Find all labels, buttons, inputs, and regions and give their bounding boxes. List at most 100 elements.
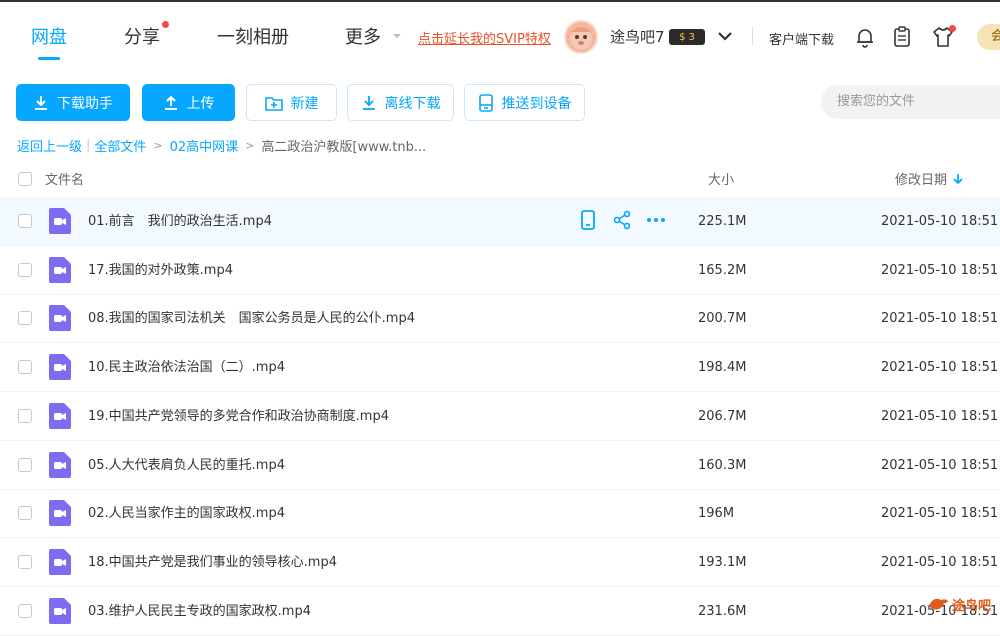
offline-download-button[interactable]: 离线下载 (347, 84, 454, 121)
chevron-down-icon (393, 34, 401, 38)
phone-icon[interactable] (578, 210, 598, 230)
vip-button[interactable]: 会 (977, 24, 1000, 50)
breadcrumb: 返回上一级 | 全部文件 > 02高中网课 > 高二政治沪教版[www.tnb.… (17, 136, 426, 155)
file-name[interactable]: 10.民主政治依法治国（二）.mp4 (88, 343, 285, 392)
row-actions (578, 210, 666, 230)
search-input[interactable]: 搜索您的文件 (821, 85, 1000, 119)
video-file-icon (49, 597, 71, 624)
clipboard-icon[interactable] (893, 26, 911, 48)
table-row[interactable]: 03.维护人民民主专政的国家政权.mp4 231.6M 2021-05-10 1… (0, 587, 1000, 636)
table-row[interactable]: 19.中国共产党领导的多党合作和政治协商制度.mp4 206.7M 2021-0… (0, 392, 1000, 441)
file-date: 2021-05-10 18:51 (881, 506, 999, 522)
breadcrumb-current: 高二政治沪教版[www.tnb... (261, 140, 427, 155)
breadcrumb-separator: | (86, 138, 91, 153)
file-size: 160.3M (698, 457, 747, 473)
row-checkbox[interactable] (18, 262, 32, 277)
upload-label: 上传 (186, 95, 215, 112)
breadcrumb-all-files[interactable]: 全部文件 (94, 136, 146, 155)
file-date: 2021-05-10 18:51 (881, 457, 999, 473)
client-download-link[interactable]: 客户端下载 (769, 29, 834, 48)
column-name[interactable]: 文件名 (45, 169, 84, 188)
avatar-face-icon (570, 27, 592, 50)
table-row[interactable]: 08.我国的国家司法机关 国家公务员是人民的公仆.mp4 200.7M 2021… (0, 294, 1000, 344)
video-file-icon (49, 548, 71, 575)
breadcrumb-arrow: > (153, 139, 163, 152)
vip-level-number: 3 (688, 31, 695, 43)
file-size: 231.6M (698, 603, 747, 619)
row-checkbox[interactable] (18, 408, 32, 423)
file-size: 200.7M (698, 311, 747, 327)
file-name[interactable]: 02.人民当家作主的国家政权.mp4 (88, 489, 285, 538)
row-checkbox[interactable] (18, 457, 32, 472)
bell-icon[interactable] (855, 26, 875, 48)
file-size: 165.2M (698, 262, 747, 278)
watermark-text: 途鸟吧 (952, 598, 992, 614)
row-checkbox[interactable] (18, 554, 32, 569)
nav-share[interactable]: 分享 (124, 2, 160, 70)
breadcrumb-back[interactable]: 返回上一级 (17, 136, 82, 155)
video-file-icon (49, 256, 71, 283)
file-size: 225.1M (698, 214, 747, 229)
share-notification-dot (162, 21, 169, 28)
download-helper-button[interactable]: 下载助手 (16, 84, 130, 121)
table-row[interactable]: 05.人大代表肩负人民的重托.mp4 160.3M 2021-05-10 18:… (0, 441, 1000, 490)
file-date: 2021-05-10 18:51 (881, 408, 999, 424)
share-icon[interactable] (612, 210, 632, 230)
row-checkbox[interactable] (18, 360, 32, 375)
more-icon[interactable] (646, 210, 666, 230)
row-checkbox[interactable] (18, 311, 32, 326)
watermark: 途鸟吧 (927, 594, 991, 614)
row-checkbox[interactable] (18, 603, 32, 618)
row-checkbox[interactable] (18, 214, 32, 228)
file-name[interactable]: 18.中国共产党是我们事业的领导核心.mp4 (88, 538, 337, 587)
sort-down-icon[interactable] (952, 172, 964, 186)
vip-level-badge: $3 (669, 29, 705, 45)
row-checkbox[interactable] (18, 506, 32, 521)
divider (752, 27, 753, 45)
select-all-checkbox[interactable] (18, 172, 32, 186)
column-size[interactable]: 大小 (708, 169, 734, 188)
table-row[interactable]: 17.我国的对外政策.mp4 165.2M 2021-05-10 18:51 (0, 246, 1000, 295)
nav-active-indicator (38, 57, 60, 60)
file-name[interactable]: 05.人大代表肩负人民的重托.mp4 (88, 441, 285, 490)
upload-icon (164, 95, 177, 110)
table-row[interactable]: 01.前言 我们的政治生活.mp4 225.1M 2021-05-10 18:5… (0, 197, 1000, 246)
svip-renew-link[interactable]: 点击延长我的SVIP特权 (418, 28, 551, 47)
file-name[interactable]: 17.我国的对外政策.mp4 (88, 246, 233, 295)
file-name[interactable]: 03.维护人民民主专政的国家政权.mp4 (88, 587, 311, 636)
video-file-icon (49, 500, 71, 527)
video-file-icon (49, 305, 71, 332)
breadcrumb-folder[interactable]: 02高中网课 (170, 136, 239, 155)
table-row[interactable]: 18.中国共产党是我们事业的领导核心.mp4 193.1M 2021-05-10… (0, 538, 1000, 587)
offline-download-icon (362, 95, 375, 110)
column-date[interactable]: 修改日期 (895, 169, 947, 188)
nav-more[interactable]: 更多 (345, 2, 404, 70)
file-size: 193.1M (698, 554, 747, 570)
file-size: 206.7M (698, 408, 747, 424)
table-row[interactable]: 02.人民当家作主的国家政权.mp4 196M 2021-05-10 18:51 (0, 489, 1000, 539)
bird-logo-icon (929, 598, 948, 610)
table-row[interactable]: 10.民主政治依法治国（二）.mp4 198.4M 2021-05-10 18:… (0, 343, 1000, 393)
new-label: 新建 (290, 95, 319, 112)
top-bar: 网盘 分享 一刻相册 更多 点击延长我的SVIP特权 途鸟吧7 $3 客户端下载 (0, 0, 1000, 70)
new-folder-button[interactable]: 新建 (246, 84, 337, 121)
file-size: 196M (698, 506, 735, 522)
push-device-button[interactable]: 推送到设备 (464, 84, 585, 121)
file-name[interactable]: 01.前言 我们的政治生活.mp4 (88, 197, 272, 246)
download-icon (35, 95, 47, 110)
file-date: 2021-05-10 18:51 (881, 311, 999, 327)
file-name[interactable]: 19.中国共产党领导的多党合作和政治协商制度.mp4 (88, 392, 389, 441)
file-date: 2021-05-10 18:51 (881, 554, 999, 570)
upload-button[interactable]: 上传 (142, 84, 235, 121)
avatar[interactable] (564, 20, 598, 54)
file-date: 2021-05-10 18:51 (881, 360, 999, 376)
file-name[interactable]: 08.我国的国家司法机关 国家公务员是人民的公仆.mp4 (88, 294, 415, 343)
video-file-icon (49, 451, 71, 478)
nav-album[interactable]: 一刻相册 (217, 2, 289, 70)
chevron-down-icon[interactable] (717, 26, 733, 46)
video-file-icon (49, 208, 71, 234)
shirt-notification-dot (949, 25, 956, 32)
file-size: 198.4M (698, 360, 747, 376)
download-helper-label: 下载助手 (57, 95, 113, 112)
username[interactable]: 途鸟吧7 (610, 26, 665, 47)
